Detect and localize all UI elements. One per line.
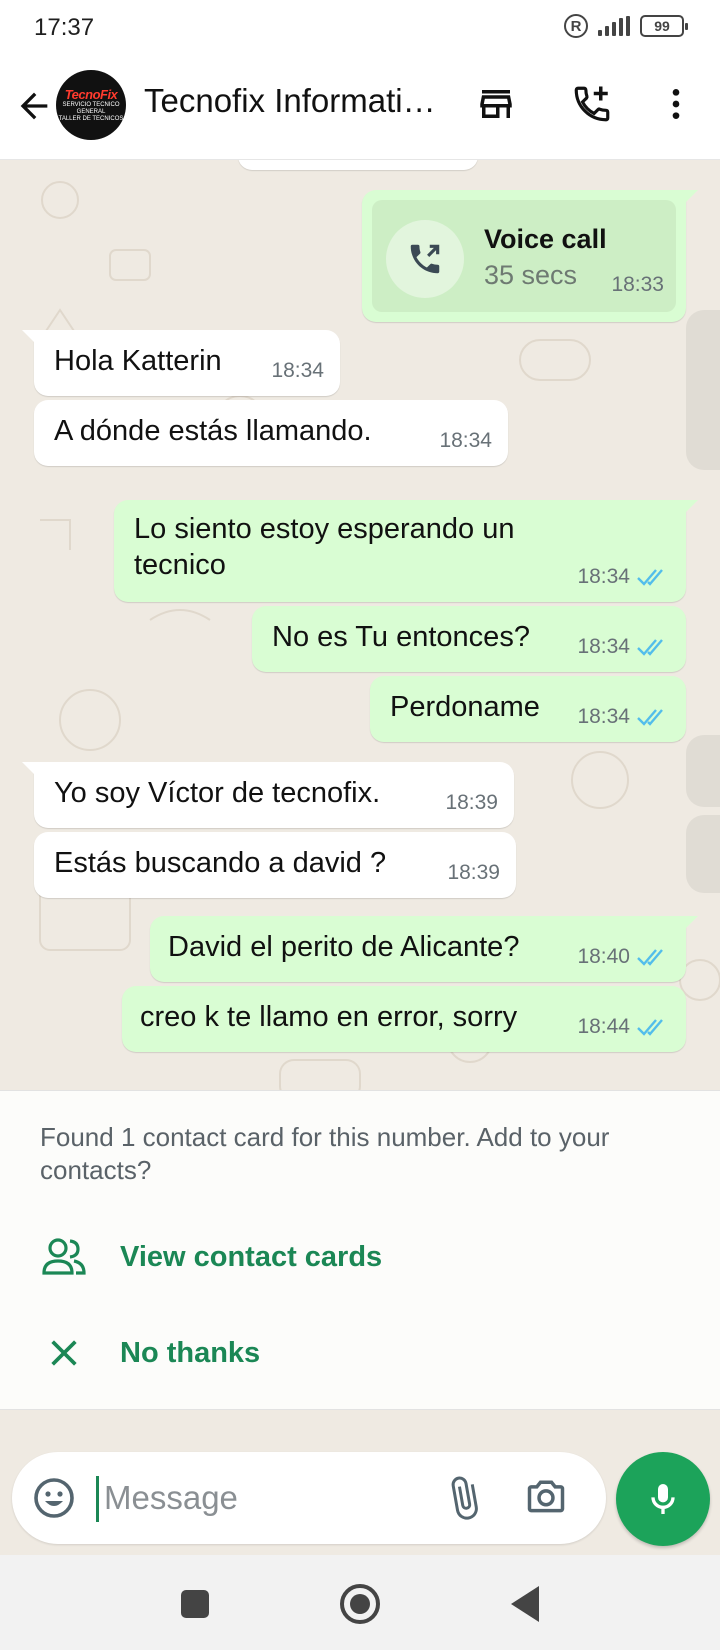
emoji-icon xyxy=(34,1478,74,1518)
home-button[interactable] xyxy=(337,1581,383,1627)
incoming-message[interactable]: Estás buscando a david ? 18:39 xyxy=(34,832,516,898)
view-contact-cards-button[interactable]: View contact cards xyxy=(0,1215,720,1301)
status-bar: 17:37 R 99 xyxy=(0,0,720,56)
scroll-tab xyxy=(686,735,720,807)
avatar-logo-text: TecnoFix xyxy=(64,87,118,102)
incoming-message[interactable]: Hola Katterin 18:34 xyxy=(22,330,340,396)
close-icon xyxy=(40,1329,88,1377)
voice-call-card: Voice call 35 secs 18:33 xyxy=(372,200,676,312)
store-button[interactable] xyxy=(472,80,520,128)
incoming-message[interactable]: A dónde estás llamando. 18:34 xyxy=(34,400,508,466)
message-text: Hola Katterin xyxy=(54,345,222,377)
outgoing-message[interactable]: Perdoname 18:34 xyxy=(370,676,686,742)
message-time: 18:34 xyxy=(271,359,324,382)
back-button[interactable] xyxy=(14,86,54,126)
outgoing-message[interactable]: Lo siento estoy esperando un tecnico 18:… xyxy=(114,500,698,602)
text-cursor xyxy=(96,1476,99,1522)
camera-icon xyxy=(527,1480,565,1513)
attach-icon xyxy=(451,1476,478,1520)
message-time: 18:34 xyxy=(577,558,670,596)
avatar[interactable]: TecnoFix SERVICIO TECNICO GENERAL TALLER… xyxy=(56,70,126,140)
battery-icon: 99 xyxy=(640,15,688,37)
camera-button[interactable] xyxy=(524,1474,572,1522)
read-ticks-icon xyxy=(637,639,663,656)
message-text: No es Tu entonces? xyxy=(272,621,530,653)
menu-button[interactable] xyxy=(652,80,700,128)
back-icon xyxy=(511,1586,539,1622)
no-thanks-button[interactable]: No thanks xyxy=(0,1311,720,1397)
read-ticks-icon xyxy=(637,569,663,586)
mic-icon xyxy=(651,1484,675,1514)
add-call-icon xyxy=(574,86,610,122)
message-text: David el perito de Alicante? xyxy=(168,931,520,963)
battery-level: 99 xyxy=(654,18,670,34)
avatar-logo-line-2: GENERAL xyxy=(76,109,106,115)
message-time: 18:39 xyxy=(445,791,498,814)
message-time: 18:40 xyxy=(577,938,670,976)
no-thanks-label: No thanks xyxy=(120,1337,261,1369)
voice-record-button[interactable] xyxy=(616,1452,710,1546)
message-time: 18:34 xyxy=(577,698,670,736)
message-text: A dónde estás llamando. xyxy=(54,415,372,447)
message-text: Perdoname xyxy=(390,691,540,723)
outgoing-call-icon xyxy=(410,244,440,274)
add-call-button[interactable] xyxy=(568,80,616,128)
voice-call-bubble[interactable]: Voice call 35 secs 18:33 xyxy=(362,190,698,322)
store-icon xyxy=(480,90,512,118)
voice-call-duration: 35 secs xyxy=(484,260,578,290)
composer-area xyxy=(0,1410,720,1555)
message-text: creo k te llamo en error, sorry xyxy=(140,1001,518,1033)
message-text: Yo soy Víctor de tecnofix. xyxy=(54,777,381,809)
contacts-icon xyxy=(40,1233,88,1281)
chat-messages-area[interactable]: Voice call 35 secs 18:33 Hola Katterin 1… xyxy=(0,160,720,1090)
avatar-logo-line-1: SERVICIO TECNICO xyxy=(62,102,120,108)
previous-message-edge xyxy=(238,160,478,170)
status-icons: R 99 xyxy=(564,14,688,38)
chat-title[interactable]: Tecnofix Informati… xyxy=(144,82,444,120)
chat-header: TecnoFix SERVICIO TECNICO GENERAL TALLER… xyxy=(0,56,720,160)
view-contact-cards-label: View contact cards xyxy=(120,1241,383,1273)
read-ticks-icon xyxy=(637,949,663,966)
back-arrow-icon xyxy=(20,92,48,120)
signal-icon xyxy=(598,16,630,36)
message-time: 18:34 xyxy=(577,628,670,666)
recents-button[interactable] xyxy=(172,1581,218,1627)
incoming-message[interactable]: Yo soy Víctor de tecnofix. 18:39 xyxy=(22,762,514,828)
emoji-button[interactable] xyxy=(30,1474,78,1522)
read-ticks-icon xyxy=(637,1019,663,1036)
message-text-line-1: Lo siento estoy esperando un xyxy=(134,513,515,545)
status-time: 17:37 xyxy=(34,14,95,41)
scroll-tab xyxy=(686,815,720,893)
outgoing-message[interactable]: David el perito de Alicante? 18:40 xyxy=(150,916,698,982)
read-ticks-icon xyxy=(637,709,663,726)
home-icon xyxy=(340,1584,380,1624)
outgoing-message[interactable]: No es Tu entonces? 18:34 xyxy=(252,606,686,672)
avatar-logo-line-3: TALLER DE TECNICOS xyxy=(58,116,124,122)
outgoing-message[interactable]: creo k te llamo en error, sorry 18:44 xyxy=(122,986,686,1052)
contact-card-message: Found 1 contact card for this number. Ad… xyxy=(40,1122,610,1185)
scroll-tab xyxy=(686,310,720,470)
voice-call-title: Voice call xyxy=(484,224,607,254)
message-text: Estás buscando a david ? xyxy=(54,847,387,879)
message-time: 18:39 xyxy=(447,861,500,884)
registered-icon: R xyxy=(564,14,588,38)
message-composer xyxy=(12,1452,606,1544)
attach-button[interactable] xyxy=(440,1474,488,1522)
more-vert-icon xyxy=(672,89,680,119)
nav-back-button[interactable] xyxy=(502,1581,548,1627)
voice-call-circle xyxy=(386,220,464,298)
message-time: 18:34 xyxy=(439,429,492,452)
message-time: 18:44 xyxy=(577,1008,670,1046)
message-time: 18:33 xyxy=(611,273,664,296)
contact-card-panel: Found 1 contact card for this number. Ad… xyxy=(0,1090,720,1410)
recents-icon xyxy=(181,1590,209,1618)
system-nav-bar xyxy=(0,1555,720,1650)
message-text-line-2: tecnico xyxy=(134,549,226,581)
message-input[interactable] xyxy=(104,1470,404,1526)
